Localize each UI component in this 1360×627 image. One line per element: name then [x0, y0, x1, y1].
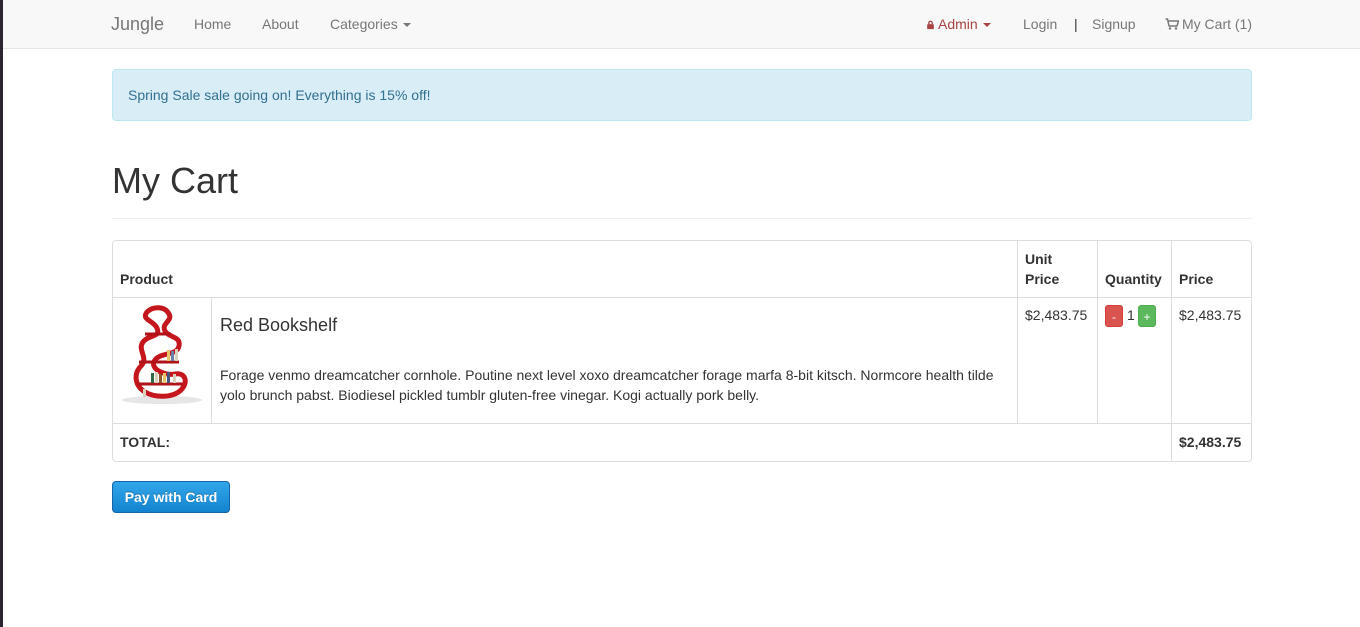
total-divider — [113, 423, 1251, 424]
header-product: Product — [120, 271, 173, 287]
column-divider — [1171, 241, 1172, 461]
red-bookshelf-image — [122, 305, 202, 404]
column-divider — [211, 297, 212, 423]
increase-quantity-button[interactable]: + — [1138, 305, 1156, 327]
pay-with-card-button[interactable]: Pay with Card — [112, 481, 230, 513]
header-unit-price-line1: Unit — [1025, 251, 1053, 267]
line-price-cell: $2,483.75 — [1179, 307, 1242, 323]
header-quantity: Quantity — [1105, 271, 1162, 287]
decrease-quantity-button[interactable]: - — [1105, 305, 1123, 327]
total-value: $2,483.75 — [1179, 434, 1242, 450]
increase-label: + — [1143, 310, 1151, 324]
column-divider — [1097, 241, 1098, 423]
quantity-value: 1 — [1127, 307, 1135, 323]
header-price: Price — [1179, 271, 1214, 287]
caret-down-icon — [982, 23, 991, 28]
admin-label: Admin — [938, 16, 978, 32]
sale-alert: Spring Sale sale going on! Everything is… — [112, 69, 1252, 121]
shopping-cart-icon — [1165, 18, 1179, 30]
categories-label: Categories — [330, 16, 398, 32]
total-label: TOTAL: — [120, 434, 171, 450]
nav-home-link[interactable]: Home — [194, 0, 231, 48]
nav-separator: | — [1074, 16, 1078, 32]
brand-link[interactable]: Jungle — [111, 0, 164, 48]
lock-icon — [927, 20, 934, 30]
header-unit-price-line2: Price — [1025, 271, 1060, 287]
caret-down-icon — [402, 23, 411, 28]
sale-alert-text: Spring Sale sale going on! Everything is… — [128, 87, 431, 103]
my-cart-label: My Cart (1) — [1182, 16, 1252, 32]
page-title: My Cart — [112, 160, 238, 201]
title-divider — [112, 218, 1252, 219]
categories-dropdown[interactable]: Categories — [330, 0, 411, 48]
cart-table: Product Unit Price Quantity Price Red Bo… — [112, 240, 1252, 462]
my-cart-link[interactable]: My Cart (1) — [1165, 0, 1252, 48]
product-description: Forage venmo dreamcatcher cornhole. Pout… — [220, 367, 994, 403]
signup-link[interactable]: Signup — [1092, 0, 1136, 48]
product-name: Red Bookshelf — [220, 315, 338, 335]
nav-about-link[interactable]: About — [262, 0, 299, 48]
window-left-edge — [0, 0, 3, 627]
decrease-label: - — [1112, 310, 1116, 324]
column-divider — [1017, 241, 1018, 423]
top-navbar: Jungle Home About Categories Admin Login… — [3, 0, 1360, 49]
login-link[interactable]: Login — [1023, 0, 1057, 48]
admin-dropdown[interactable]: Admin — [926, 0, 991, 48]
unit-price-cell: $2,483.75 — [1025, 307, 1088, 323]
pay-button-label: Pay with Card — [124, 489, 218, 505]
header-divider — [113, 297, 1251, 298]
